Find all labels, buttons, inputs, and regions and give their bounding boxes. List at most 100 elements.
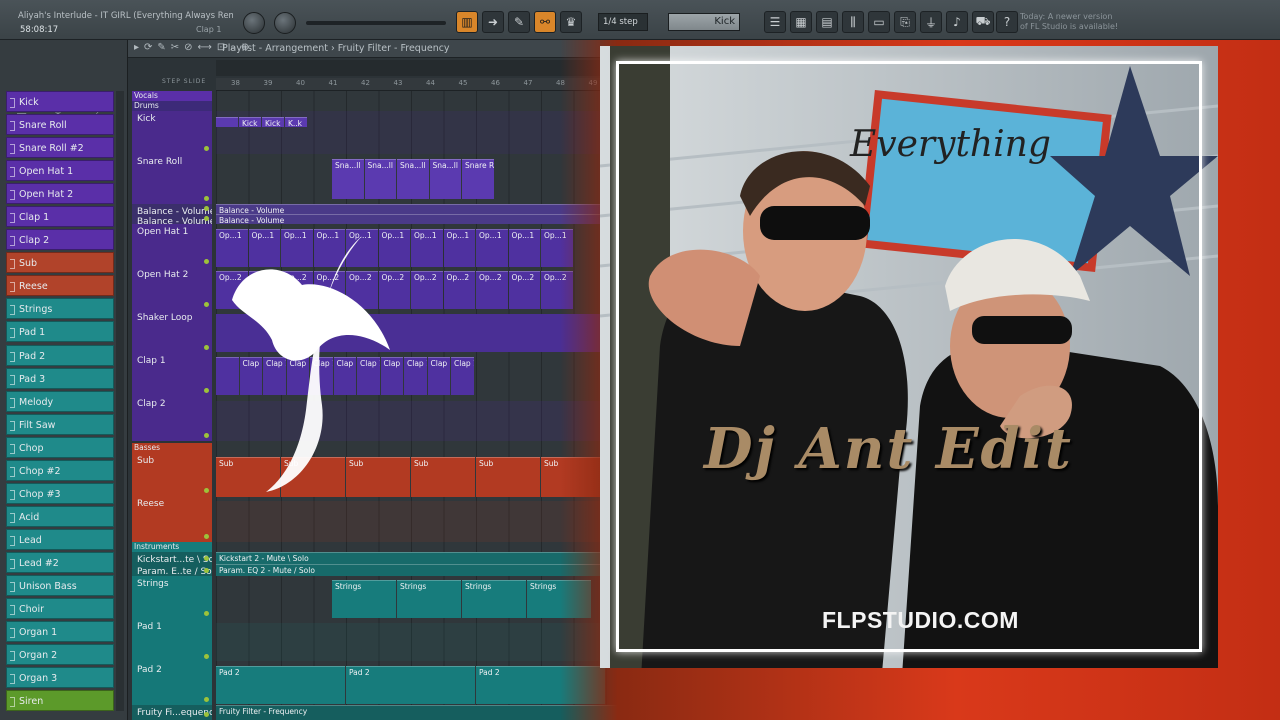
pattern-clip[interactable]: Op...2: [508, 271, 540, 309]
track-header-open-hat-1[interactable]: Open Hat 1: [132, 224, 212, 267]
pattern-clip[interactable]: Op...1: [443, 229, 475, 267]
pattern-clip[interactable]: Kick: [262, 117, 284, 127]
help-button[interactable]: ?: [996, 11, 1018, 33]
channel-organ-1[interactable]: Organ 1: [6, 621, 114, 643]
pattern-clip[interactable]: Pad 2: [216, 666, 345, 704]
track-header-pad-2[interactable]: Pad 2: [132, 662, 212, 705]
channel-select[interactable]: Kick: [668, 13, 740, 31]
pattern-clip[interactable]: Sna...ll: [364, 159, 396, 199]
pattern-clip[interactable]: Clap 1: [427, 357, 450, 395]
track-header-reese[interactable]: Reese: [132, 496, 212, 542]
channel-rack-button[interactable]: ▤: [816, 11, 838, 33]
channel-organ-2[interactable]: Organ 2: [6, 644, 114, 666]
track-header-pad-1[interactable]: Pad 1: [132, 619, 212, 662]
track-header-param-eq[interactable]: Param. E..te / Solo: [132, 564, 212, 576]
pattern-clip[interactable]: Snare Roll #2: [462, 159, 494, 199]
track-mute-led[interactable]: [204, 611, 209, 616]
pattern-clip[interactable]: Strings: [397, 580, 461, 618]
track-mute-led[interactable]: [204, 206, 209, 211]
pattern-clip[interactable]: Clap 1: [404, 357, 427, 395]
group-drums[interactable]: Drums: [132, 101, 212, 111]
track-mute-led[interactable]: [204, 302, 209, 307]
channel-snare-roll[interactable]: Snare Roll: [6, 114, 114, 136]
pattern-clip[interactable]: Strings: [332, 580, 396, 618]
channel-acid[interactable]: Acid: [6, 505, 114, 527]
channel-choir[interactable]: Choir: [6, 598, 114, 620]
track-header-kickstart[interactable]: Kickstart...te \ Solo: [132, 552, 212, 564]
channel-pad-1[interactable]: Pad 1: [6, 321, 114, 343]
plugin-button[interactable]: ⏚: [920, 11, 942, 33]
channel-chop-3[interactable]: Chop #3: [6, 482, 114, 504]
track-mute-led[interactable]: [204, 488, 209, 493]
channel-lead[interactable]: Lead: [6, 528, 114, 550]
channel-pad-2[interactable]: Pad 2: [6, 344, 114, 366]
track-mute-led[interactable]: [204, 259, 209, 264]
pattern-clip[interactable]: Op...2: [443, 271, 475, 309]
channel-open-hat-1[interactable]: Open Hat 1: [6, 160, 114, 182]
group-vocals[interactable]: Vocals: [132, 91, 212, 101]
pattern-clip[interactable]: Op...2: [476, 271, 508, 309]
clipboard-button[interactable]: ⎘: [894, 11, 916, 33]
snap-select[interactable]: 1/4 step: [598, 13, 648, 31]
track-header-shaker-loop[interactable]: Shaker Loop: [132, 310, 212, 353]
track-mute-led[interactable]: [204, 433, 209, 438]
news-ticker[interactable]: Today: A newer version of FL Studio is a…: [1020, 12, 1120, 32]
pattern-clip[interactable]: Sub: [411, 457, 475, 497]
pencil-tool-button[interactable]: ✎: [508, 11, 530, 33]
track-mute-led[interactable]: [204, 712, 209, 717]
track-header-clap-2[interactable]: Clap 2: [132, 396, 212, 441]
pattern-clip[interactable]: K..k: [285, 117, 307, 127]
channel-sub[interactable]: Sub: [6, 252, 114, 274]
track-mute-led[interactable]: [204, 146, 209, 151]
mixer-button[interactable]: ⫼: [842, 11, 864, 33]
master-pitch-knob[interactable]: [274, 12, 296, 34]
channel-chop[interactable]: Chop: [6, 436, 114, 458]
channel-organ-3[interactable]: Organ 3: [6, 667, 114, 689]
pattern-song-toggle[interactable]: ▥: [456, 11, 478, 33]
track-header-open-hat-2[interactable]: Open Hat 2: [132, 267, 212, 310]
channel-open-hat-2[interactable]: Open Hat 2: [6, 183, 114, 205]
stamp-tool-button[interactable]: ♛: [560, 11, 582, 33]
channel-clap-2[interactable]: Clap 2: [6, 229, 114, 251]
piano-roll-button[interactable]: ▦: [790, 11, 812, 33]
link-tool-button[interactable]: ⚯: [534, 11, 556, 33]
track-mute-led[interactable]: [204, 534, 209, 539]
channel-strings[interactable]: Strings: [6, 298, 114, 320]
channel-unison-bass[interactable]: Unison Bass: [6, 574, 114, 596]
arrow-tool-button[interactable]: ➜: [482, 11, 504, 33]
track-mute-led[interactable]: [204, 556, 209, 561]
track-header-kick[interactable]: Kick: [132, 111, 212, 154]
track-mute-led[interactable]: [204, 345, 209, 350]
group-basses[interactable]: Basses: [132, 443, 212, 453]
track-header-balance-1[interactable]: Balance - Volume: [132, 204, 212, 214]
track-header-strings[interactable]: Strings: [132, 576, 212, 619]
channel-chop-2[interactable]: Chop #2: [6, 459, 114, 481]
pattern-clip[interactable]: Op...1: [476, 229, 508, 267]
channel-pad-3[interactable]: Pad 3: [6, 367, 114, 389]
track-mute-led[interactable]: [204, 697, 209, 702]
track-mute-led[interactable]: [204, 654, 209, 659]
track-mute-led[interactable]: [204, 568, 209, 573]
track-header-sub[interactable]: Sub: [132, 453, 212, 496]
tempo-button[interactable]: ♪: [946, 11, 968, 33]
track-header-clap-1[interactable]: Clap 1: [132, 353, 212, 396]
breadcrumb[interactable]: Playlist - Arrangement › Fruity Filter -…: [222, 43, 450, 54]
channel-lead-2[interactable]: Lead #2: [6, 551, 114, 573]
pattern-clip[interactable]: Strings: [462, 580, 526, 618]
track-mute-led[interactable]: [204, 196, 209, 201]
channel-kick[interactable]: Kick: [6, 91, 114, 112]
pattern-clip[interactable]: [216, 117, 238, 127]
playlist-button[interactable]: ☰: [764, 11, 786, 33]
master-slider[interactable]: [306, 21, 446, 25]
pattern-clip[interactable]: Clap 1: [451, 357, 474, 395]
channel-siren[interactable]: Siren: [6, 690, 114, 712]
track-header-fruity-filter[interactable]: Fruity Fi...equency: [132, 705, 212, 720]
pattern-clip[interactable]: Pad 2: [346, 666, 475, 704]
pattern-clip[interactable]: Op...1: [411, 229, 443, 267]
channel-melody[interactable]: Melody: [6, 390, 114, 412]
pattern-clip[interactable]: Op...2: [411, 271, 443, 309]
channel-clap-1[interactable]: Clap 1: [6, 206, 114, 228]
pattern-clip[interactable]: Sub: [476, 457, 540, 497]
channel-filt-saw[interactable]: Filt Saw: [6, 413, 114, 435]
master-volume-knob[interactable]: [243, 12, 265, 34]
